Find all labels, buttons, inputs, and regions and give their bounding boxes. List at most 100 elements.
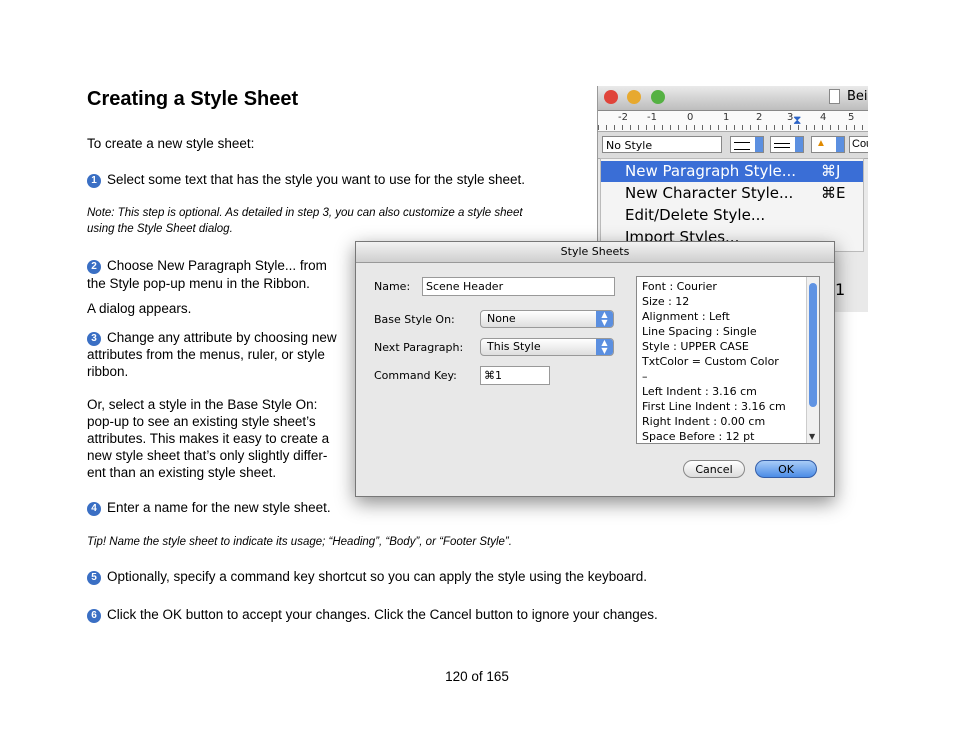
base-style-value: None xyxy=(487,312,516,325)
ok-button[interactable]: OK xyxy=(755,460,817,478)
document-icon xyxy=(829,89,840,104)
name-field[interactable]: Scene Header xyxy=(422,277,615,296)
attribute-line: Right Indent : 0.00 cm xyxy=(642,415,766,428)
alignment-popup[interactable] xyxy=(730,136,764,153)
attribute-line: Alignment : Left xyxy=(642,310,730,323)
dialog-title: Style Sheets xyxy=(356,242,834,263)
style-sheets-dialog: Style Sheets Name: Scene Header Base Sty… xyxy=(355,241,835,497)
menu-item-edit-delete-style[interactable]: Edit/Delete Style... xyxy=(601,205,863,226)
or-line-5: ent than an existing style sheet. xyxy=(87,465,277,480)
or-paragraph: Or, select a style in the Base Style On:… xyxy=(87,396,329,481)
note-line-2: using the Style Sheet dialog. xyxy=(87,223,233,235)
step-2-line-1: Choose New Paragraph Style... from xyxy=(107,258,327,273)
chevron-down-icon xyxy=(795,137,803,152)
step-3-line-2: attributes from the menus, ruler, or sty… xyxy=(87,347,325,362)
minimize-icon[interactable] xyxy=(627,90,641,104)
style-popup[interactable]: No Style xyxy=(602,136,722,153)
step-4: 4 Enter a name for the new style sheet. xyxy=(87,499,331,516)
next-paragraph-label: Next Paragraph: xyxy=(374,341,464,354)
step-2-line-2: the Style pop-up menu in the Ribbon. xyxy=(87,276,310,291)
intro-text: To create a new style sheet: xyxy=(87,136,255,151)
step-4-text: Enter a name for the new style sheet. xyxy=(107,500,331,515)
ruler[interactable]: -2 -1 0 1 2 3 4 5 ⧗ xyxy=(598,111,868,132)
cancel-button[interactable]: Cancel xyxy=(683,460,745,478)
color-icon: ▲ xyxy=(816,138,826,149)
next-paragraph-popup[interactable]: This Style ▲ ▼ xyxy=(480,338,614,356)
step-3-line-3: ribbon. xyxy=(87,364,129,379)
ruler-number: 5 xyxy=(848,112,855,123)
step-1: 1 Select some text that has the style you… xyxy=(87,171,525,188)
note-line-1: Note: This step is optional. As detailed… xyxy=(87,207,523,219)
window-titlebar: Bei xyxy=(598,86,868,111)
attribute-line: Space Before : 12 pt xyxy=(642,430,755,443)
step-number-2: 2 xyxy=(87,260,101,274)
side-number: 1 xyxy=(835,280,846,299)
step-number-1: 1 xyxy=(87,174,101,188)
menu-item-new-paragraph-style[interactable]: New Paragraph Style... ⌘J xyxy=(601,161,863,182)
zoom-icon[interactable] xyxy=(651,90,665,104)
ruler-number: 1 xyxy=(723,112,730,123)
step-3: 3 Change any attribute by choosing new at… xyxy=(87,329,337,380)
base-style-popup[interactable]: None ▲ ▼ xyxy=(480,310,614,328)
text-color-popup[interactable]: ▲ xyxy=(811,136,845,153)
close-icon[interactable] xyxy=(604,90,618,104)
menu-item-shortcut: ⌘J xyxy=(821,162,841,180)
attribute-line: First Line Indent : 3.16 cm xyxy=(642,400,786,413)
attribute-line: Line Spacing : Single xyxy=(642,325,757,338)
ruler-number: -1 xyxy=(647,112,657,123)
scrollbar-thumb[interactable] xyxy=(809,283,817,407)
step-6: 6 Click the OK button to accept your chan… xyxy=(87,606,658,623)
attribute-line: Font : Courier xyxy=(642,280,717,293)
popup-arrows-icon: ▲ ▼ xyxy=(596,311,613,327)
chevron-down-icon xyxy=(836,137,844,152)
attribute-line: TxtColor = Custom Color xyxy=(642,355,779,368)
menu-item-label: New Paragraph Style... xyxy=(625,162,797,180)
menu-item-label: New Character Style... xyxy=(625,184,794,202)
align-left-icon xyxy=(734,142,750,150)
or-line-1: Or, select a style in the Base Style On: xyxy=(87,397,318,412)
line-spacing-popup[interactable] xyxy=(770,136,804,153)
next-paragraph-value: This Style xyxy=(487,340,541,353)
ruler-ticks xyxy=(598,125,868,130)
popup-arrows-icon: ▲ ▼ xyxy=(596,339,613,355)
step-2: 2 Choose New Paragraph Style... from the … xyxy=(87,257,327,292)
menu-item-label: Edit/Delete Style... xyxy=(625,206,766,224)
style-menu: New Paragraph Style... ⌘J New Character S… xyxy=(600,158,864,252)
ruler-number: 2 xyxy=(756,112,763,123)
attribute-line: Style : UPPER CASE xyxy=(642,340,749,353)
tip: Tip! Name the style sheet to indicate it… xyxy=(87,536,512,548)
page-number: 120 of 165 xyxy=(445,669,509,684)
scrollbar[interactable]: ▼ xyxy=(806,277,819,443)
or-line-4: new style sheet that’s only slightly dif… xyxy=(87,448,328,463)
command-key-label: Command Key: xyxy=(374,369,457,382)
menu-item-new-character-style[interactable]: New Character Style... ⌘E xyxy=(601,183,863,204)
or-line-3: attributes. This makes it easy to create… xyxy=(87,431,330,446)
ruler-number: 0 xyxy=(687,112,694,123)
command-key-field[interactable]: ⌘1 xyxy=(480,366,550,385)
step-6-text: Click the OK button to accept your chang… xyxy=(107,607,658,622)
step-number-6: 6 xyxy=(87,609,101,623)
step-5: 5 Optionally, specify a command key short… xyxy=(87,568,647,585)
menu-item-shortcut: ⌘E xyxy=(821,184,846,202)
scroll-arrows-icon[interactable]: ▼ xyxy=(809,432,815,441)
step-3-line-1: Change any attribute by choosing new xyxy=(107,330,337,345)
ribbon: No Style ▲ Cou xyxy=(598,132,868,159)
page-title: Creating a Style Sheet xyxy=(87,88,299,110)
ruler-number: 4 xyxy=(820,112,827,123)
step-number-5: 5 xyxy=(87,571,101,585)
attribute-line: – xyxy=(642,370,648,383)
step-1-text: Select some text that has the style you … xyxy=(107,172,525,187)
dialog-appears-text: A dialog appears. xyxy=(87,301,192,316)
base-style-label: Base Style On: xyxy=(374,313,455,326)
step-number-3: 3 xyxy=(87,332,101,346)
or-line-2: pop-up to see an existing style sheet’s xyxy=(87,414,316,429)
line-spacing-icon xyxy=(774,143,790,148)
font-popup[interactable]: Cou xyxy=(849,136,868,153)
step-5-text: Optionally, specify a command key shortc… xyxy=(107,569,648,584)
attribute-line: Size : 12 xyxy=(642,295,690,308)
attribute-line: Left Indent : 3.16 cm xyxy=(642,385,757,398)
ruler-number: -2 xyxy=(618,112,628,123)
attributes-list[interactable]: Font : Courier Size : 12 Alignment : Lef… xyxy=(636,276,820,444)
chevron-down-icon xyxy=(755,137,763,152)
window-title: Bei xyxy=(847,89,868,104)
